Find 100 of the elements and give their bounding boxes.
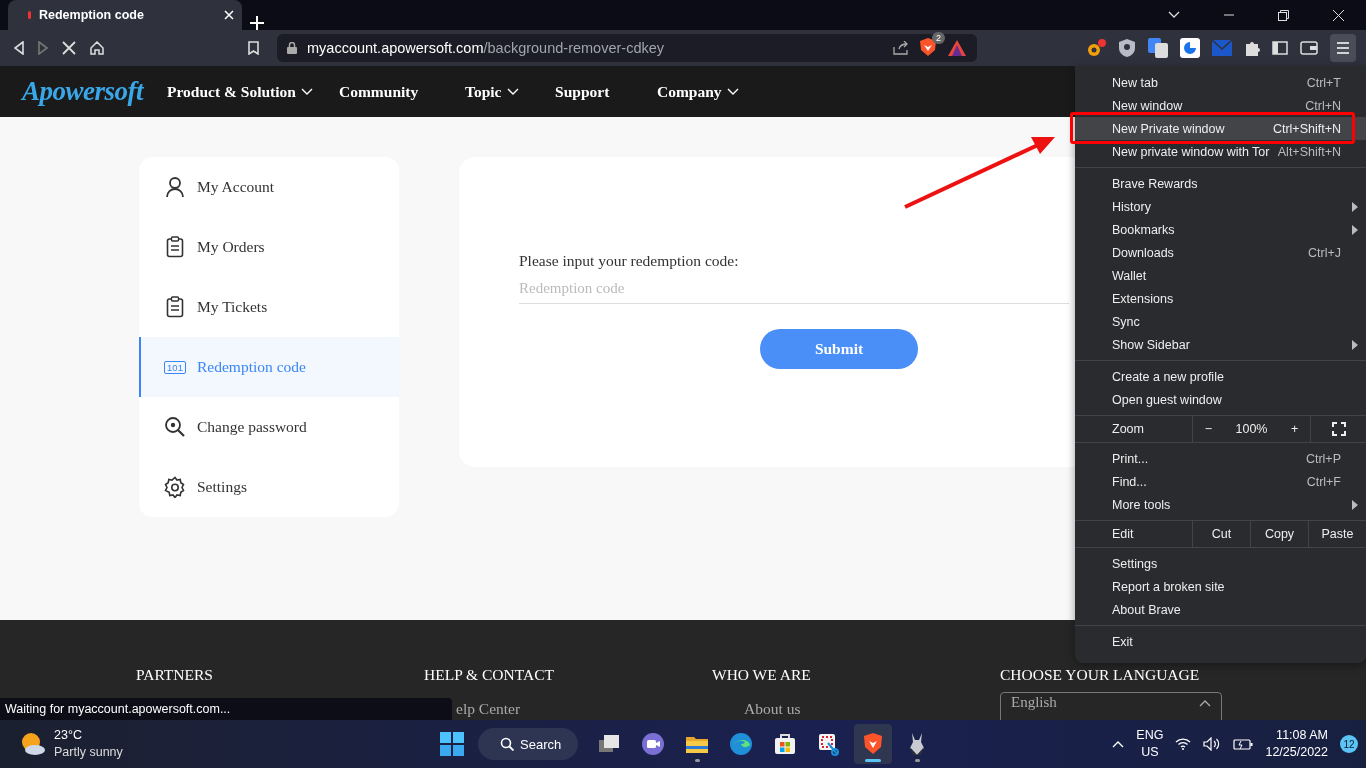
- menu-item[interactable]: Extensions: [1075, 287, 1366, 310]
- share-icon[interactable]: [893, 41, 909, 55]
- input-field[interactable]: Redemption code: [519, 270, 1069, 304]
- store-icon[interactable]: [775, 734, 795, 754]
- menu-item[interactable]: Create a new profile: [1075, 365, 1366, 388]
- settings-icon: [164, 476, 186, 498]
- active-app-highlight[interactable]: [854, 724, 892, 764]
- nav-link[interactable]: Company: [657, 82, 769, 101]
- menu-item[interactable]: Bookmarks: [1075, 218, 1366, 241]
- chevron-up-icon[interactable]: [1112, 740, 1125, 748]
- search-button[interactable]: Search: [478, 728, 578, 760]
- status-bubble: Waiting for myaccount.apowersoft.com...: [0, 698, 452, 720]
- folder-icon[interactable]: [686, 737, 708, 753]
- menu-item[interactable]: New Private window Ctrl+Shift+N: [1075, 117, 1366, 140]
- back-icon[interactable]: [14, 41, 24, 55]
- nav-link[interactable]: Community: [339, 82, 465, 101]
- bookmark-icon[interactable]: [248, 41, 259, 55]
- stop-icon[interactable]: [62, 41, 76, 55]
- menu-item[interactable]: Open guest window: [1075, 388, 1366, 411]
- battery-icon[interactable]: [1233, 738, 1254, 750]
- loading-icon: [28, 11, 31, 19]
- sidebar-item-label: Settings: [197, 478, 247, 496]
- restore-icon[interactable]: [1278, 9, 1289, 21]
- menu-item[interactable]: Find... Ctrl+F: [1075, 470, 1366, 493]
- nav-link[interactable]: Product & Solution: [167, 82, 339, 101]
- menu-item[interactable]: Wallet: [1075, 264, 1366, 287]
- video-chat-icon[interactable]: [642, 733, 664, 755]
- nav-link[interactable]: Support: [555, 82, 657, 101]
- new-tab-icon[interactable]: [250, 16, 264, 30]
- pie-chart-icon[interactable]: [1180, 38, 1200, 58]
- menu-item[interactable]: New tab Ctrl+T: [1075, 71, 1366, 94]
- windows-start-icon[interactable]: [440, 732, 464, 756]
- cloud-sun-icon: [20, 732, 46, 756]
- person-icon: [165, 176, 185, 198]
- home-icon[interactable]: [90, 41, 104, 55]
- menu-button[interactable]: [1330, 34, 1356, 62]
- notification-badge[interactable]: 12: [1340, 735, 1358, 753]
- menu-item[interactable]: Report a broken site: [1075, 575, 1366, 598]
- triangle-icon[interactable]: [947, 39, 967, 57]
- sidebar-item[interactable]: Settings: [139, 457, 399, 517]
- temperature: 23°C: [54, 727, 83, 744]
- weather-condition: Partly sunny: [54, 744, 123, 761]
- shield-icon[interactable]: [1118, 38, 1136, 58]
- wallet-icon[interactable]: [1300, 41, 1318, 55]
- zoom-in-button[interactable]: +: [1290, 422, 1299, 436]
- search-icon: [164, 416, 186, 438]
- site-logo[interactable]: Apowersoft: [22, 76, 143, 107]
- speaker-icon[interactable]: [1203, 737, 1222, 751]
- clipboard-icon: [166, 236, 184, 258]
- menu-item[interactable]: More tools: [1075, 493, 1366, 516]
- menu-item[interactable]: New private window with Tor Alt+Shift+N: [1075, 140, 1366, 163]
- menu-item[interactable]: Sync: [1075, 310, 1366, 333]
- address-bar[interactable]: myaccount.apowersoft.com/background-remover-cdkey 2: [277, 34, 977, 62]
- browser-tab[interactable]: Redemption code: [8, 0, 242, 30]
- snipping-tool-icon[interactable]: [819, 734, 839, 756]
- wifi-icon[interactable]: [1175, 738, 1192, 750]
- zoom-label: Zoom: [1111, 421, 1145, 438]
- close-icon[interactable]: [1333, 9, 1344, 21]
- edit-action-button[interactable]: Cut: [1192, 521, 1250, 547]
- menu-item[interactable]: Exit: [1075, 630, 1366, 653]
- translate-icon[interactable]: [1148, 38, 1168, 58]
- footer-link[interactable]: elp Center: [456, 700, 712, 718]
- menu-item[interactable]: Downloads Ctrl+J: [1075, 241, 1366, 264]
- edit-label: Edit: [1111, 526, 1135, 543]
- menu-item[interactable]: History: [1075, 195, 1366, 218]
- nav-link[interactable]: Topic: [465, 82, 555, 101]
- clipboard-icon: [166, 296, 184, 318]
- zoom-out-button[interactable]: −: [1204, 422, 1213, 436]
- browser-icon[interactable]: [730, 733, 752, 755]
- sidebar-item-label: Change password: [197, 418, 307, 436]
- forward-icon[interactable]: [38, 41, 48, 55]
- code-badge: 101: [164, 360, 186, 374]
- task-view-icon[interactable]: [599, 735, 619, 752]
- clock[interactable]: 11:08 AM 12/25/2022: [1265, 727, 1328, 761]
- lock-icon: [287, 42, 297, 54]
- sidebar-item[interactable]: My Tickets: [139, 277, 399, 337]
- edit-action-button[interactable]: Copy: [1250, 521, 1308, 547]
- menu-item[interactable]: Brave Rewards: [1075, 172, 1366, 195]
- menu-item[interactable]: New window Ctrl+N: [1075, 94, 1366, 117]
- menu-item[interactable]: Settings: [1075, 552, 1366, 575]
- menu-item[interactable]: Show Sidebar: [1075, 333, 1366, 356]
- sidebar-item-label: Redemption code: [197, 358, 306, 376]
- footer-link[interactable]: About us: [744, 700, 1000, 718]
- sidebar-icon[interactable]: [1272, 41, 1288, 55]
- lion-shield-icon[interactable]: [864, 733, 882, 754]
- puzzle-icon[interactable]: [1244, 40, 1260, 56]
- sidebar-item-label: My Tickets: [197, 298, 268, 316]
- sidebar-item[interactable]: Change password: [139, 397, 399, 457]
- donkey-icon[interactable]: [910, 733, 924, 755]
- sidebar-item[interactable]: My Account: [139, 157, 399, 217]
- count-badge: 2: [932, 31, 945, 44]
- menu-item[interactable]: Print... Ctrl+P: [1075, 447, 1366, 470]
- menu-item[interactable]: About Brave: [1075, 598, 1366, 621]
- edit-action-button[interactable]: Paste: [1308, 521, 1366, 547]
- search-icon: [500, 737, 514, 751]
- sidebar-item[interactable]: My Orders: [139, 217, 399, 277]
- lion-shield-icon[interactable]: [919, 36, 937, 57]
- fullscreen-icon[interactable]: [1331, 422, 1346, 436]
- chevron-down-icon[interactable]: [1168, 11, 1180, 19]
- language-indicator[interactable]: ENG US: [1136, 727, 1164, 761]
